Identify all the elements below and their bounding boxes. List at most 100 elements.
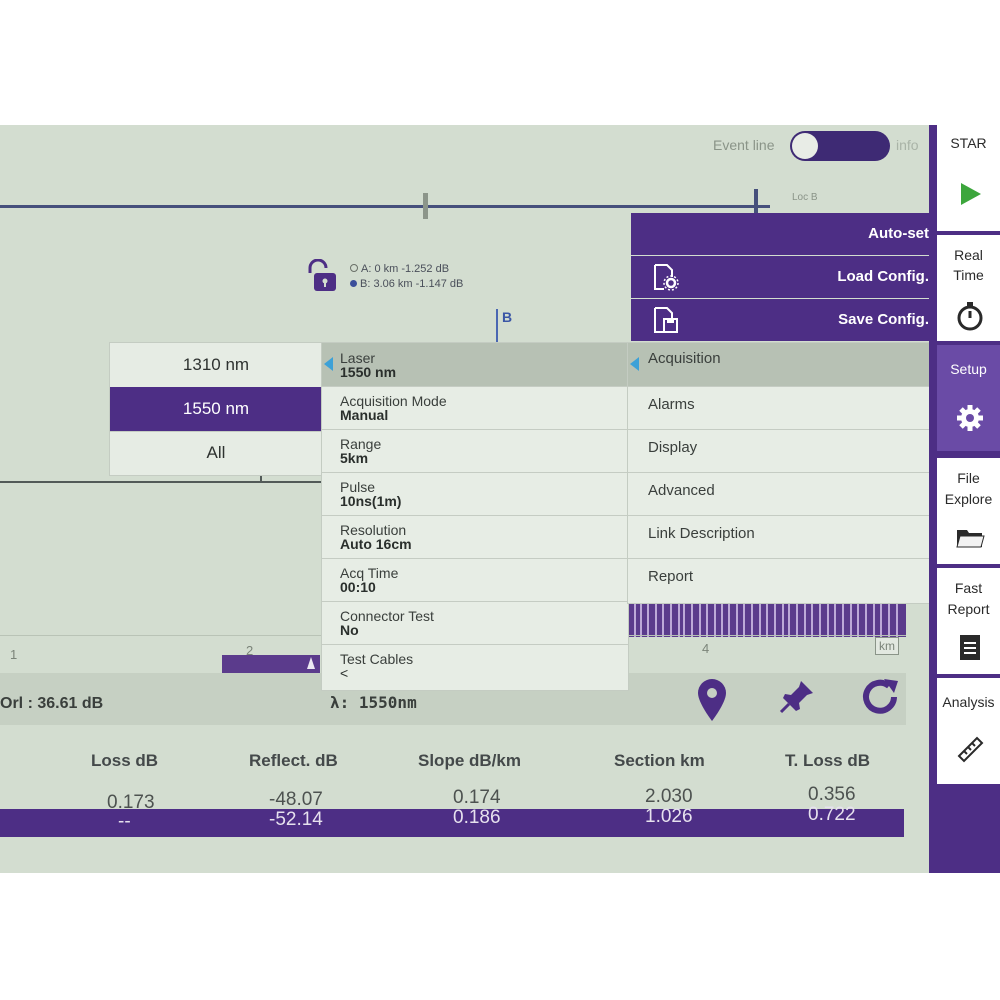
- noise-stripe: [683, 603, 685, 637]
- setting-value: 10ns(1m): [340, 493, 402, 509]
- table-cell: 0.186: [453, 807, 501, 828]
- start-button[interactable]: STAR: [937, 125, 1000, 231]
- setting-laser[interactable]: Laser 1550 nm: [322, 343, 628, 387]
- category-display[interactable]: Display: [628, 429, 934, 473]
- noise-stripe: [857, 603, 859, 637]
- setting-label: Acquisition Mode: [340, 393, 447, 409]
- noise-stripe: [655, 603, 657, 637]
- setting-connector-test[interactable]: Connector Test No: [322, 601, 628, 645]
- save-config-button[interactable]: Save Config.: [631, 299, 939, 342]
- wavelength-option-all[interactable]: All: [110, 431, 322, 476]
- noise-stripe: [670, 603, 672, 637]
- ruler-icon: [957, 736, 984, 763]
- noise-stripe: [782, 603, 784, 637]
- setting-pulse[interactable]: Pulse 10ns(1m): [322, 472, 628, 516]
- table-row[interactable]: -- -52.14 0.186 1.026 0.722: [0, 804, 904, 837]
- save-config-icon: [654, 307, 678, 333]
- noise-stripe: [850, 603, 852, 637]
- wavelength-option-1550[interactable]: 1550 nm: [110, 387, 322, 432]
- col-header-slope: Slope dB/km: [418, 751, 521, 770]
- file-explorer-button[interactable]: File Explore: [937, 458, 1000, 564]
- table-cell: 1.026: [645, 806, 693, 827]
- setting-label: Test Cables: [340, 651, 414, 667]
- noise-stripe: [736, 603, 738, 637]
- zoom-position-marker[interactable]: [307, 657, 315, 669]
- toggle-info-label: info: [896, 137, 919, 153]
- category-label: Alarms: [648, 396, 695, 413]
- analysis-button[interactable]: Analysis: [937, 678, 1000, 784]
- event-line-toggle[interactable]: [790, 131, 890, 161]
- zoom-scrollbar[interactable]: [222, 655, 320, 673]
- cursor-b-readout: B: 3.06 km -1.147 dB: [360, 278, 464, 290]
- category-label: Acquisition: [648, 350, 721, 367]
- table-cell: 0.722: [808, 804, 856, 825]
- folder-icon: [956, 530, 985, 548]
- col-header-reflect: Reflect. dB: [249, 751, 338, 770]
- setting-acquisition-mode[interactable]: Acquisition Mode Manual: [322, 386, 628, 430]
- category-label: Advanced: [648, 482, 715, 499]
- noise-stripe: [743, 603, 745, 637]
- category-alarms[interactable]: Alarms: [628, 386, 934, 430]
- realtime-label-1: Real: [954, 247, 983, 263]
- marker-b-line[interactable]: [496, 309, 498, 345]
- noise-stripe: [865, 603, 867, 637]
- wavelength-dropdown: 1310 nm 1550 nm All: [110, 343, 322, 476]
- noise-stripe: [873, 603, 875, 637]
- cursor-a-handle[interactable]: [423, 193, 428, 219]
- noise-stripe: [678, 603, 680, 637]
- noise-stripe: [880, 603, 882, 637]
- load-config-button[interactable]: Load Config.: [631, 256, 939, 299]
- wavelength-option-1310[interactable]: 1310 nm: [110, 343, 322, 388]
- setup-button[interactable]: Setup: [937, 345, 1000, 451]
- category-report[interactable]: Report: [628, 558, 934, 601]
- loc-b-label: Loc B: [792, 192, 818, 203]
- cursor-b-handle[interactable]: [754, 189, 758, 213]
- setting-range[interactable]: Range 5km: [322, 429, 628, 473]
- category-label: Link Description: [648, 525, 755, 542]
- noise-stripe: [774, 603, 776, 637]
- location-pin-icon[interactable]: [690, 675, 734, 723]
- fast-report-button[interactable]: Fast Report: [937, 568, 1000, 674]
- col-header-loss: Loss dB: [91, 751, 159, 770]
- noise-stripe: [714, 603, 716, 637]
- overview-trace: [0, 205, 770, 208]
- setting-label: Acq Time: [340, 565, 399, 581]
- noise-stripe: [699, 603, 701, 637]
- table-cell: 2.030: [645, 786, 693, 807]
- noise-stripe: [804, 603, 806, 637]
- gear-icon: [957, 405, 983, 431]
- cursor-a-readout: A: 0 km -1.252 dB: [361, 263, 450, 275]
- category-acquisition[interactable]: Acquisition: [628, 343, 934, 387]
- otdr-screen: Event line info Loc B A: 0 km -1.252 dB …: [0, 125, 1000, 873]
- unlock-icon[interactable]: [304, 259, 336, 293]
- event-line-label: Event line: [713, 137, 775, 153]
- load-config-label: Load Config.: [837, 268, 929, 285]
- file-label-1: File: [957, 470, 980, 486]
- noise-stripe: [827, 603, 829, 637]
- load-config-icon: [654, 264, 679, 291]
- trace-noise: [628, 603, 906, 637]
- trace-line: [0, 481, 330, 483]
- pushpin-icon[interactable]: [775, 675, 819, 723]
- file-label-2: Explore: [944, 491, 993, 507]
- setting-label: Pulse: [340, 479, 376, 495]
- setting-label: Laser: [340, 350, 376, 366]
- noise-stripe: [842, 603, 844, 637]
- setting-resolution[interactable]: Resolution Auto 16cm: [322, 515, 628, 559]
- auto-set-label: Auto-set: [868, 225, 929, 242]
- refresh-icon[interactable]: [858, 675, 902, 723]
- realtime-button[interactable]: Real Time: [937, 235, 1000, 341]
- axis-tick-1: 1: [10, 647, 18, 662]
- marker-b-label: B: [502, 309, 513, 325]
- setting-test-cables[interactable]: Test Cables <: [322, 644, 628, 687]
- auto-set-button[interactable]: Auto-set: [631, 213, 939, 256]
- axis-unit[interactable]: km: [875, 637, 899, 655]
- noise-stripe: [691, 603, 693, 637]
- category-advanced[interactable]: Advanced: [628, 472, 934, 516]
- setting-label: Range: [340, 436, 382, 452]
- noise-stripe: [662, 603, 664, 637]
- noise-stripe: [647, 603, 649, 637]
- setting-value: 00:10: [340, 579, 376, 595]
- category-link-description[interactable]: Link Description: [628, 515, 934, 559]
- setting-acq-time[interactable]: Acq Time 00:10: [322, 558, 628, 602]
